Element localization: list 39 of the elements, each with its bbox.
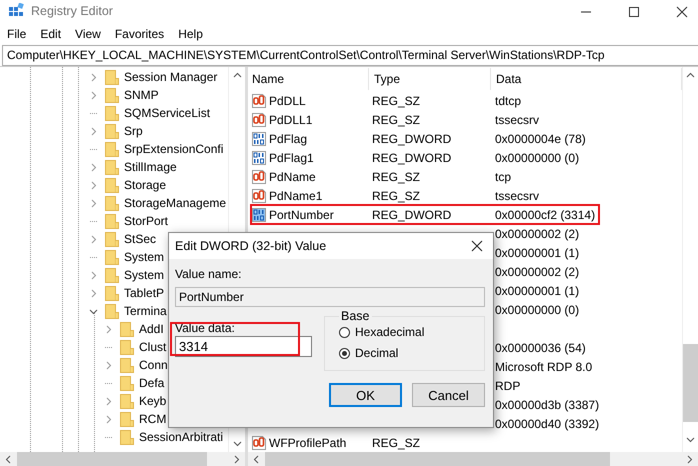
value-data: tssecsrv: [495, 188, 540, 202]
value-data: 0x00000d40 (3392): [495, 416, 600, 430]
value-data: 0x00000000 (0): [495, 302, 580, 316]
value-type: REG_SZ: [372, 112, 420, 126]
value-data: tcp: [495, 170, 512, 184]
value-type: REG_SZ: [372, 170, 420, 184]
value-data: 0x00000002 (2): [495, 264, 580, 278]
value-name: PdDLL1: [269, 112, 312, 126]
value-name: WFProfilePath: [269, 436, 346, 450]
value-data: 0x00000002 (2): [495, 226, 580, 240]
value-type: REG_SZ: [372, 436, 420, 450]
value-data: tdtcp: [495, 94, 522, 108]
value-name: PdDLL: [269, 94, 306, 108]
field-label: Value name:: [175, 267, 242, 282]
value-type: REG_SZ: [372, 94, 420, 108]
value-data: tssecsrv: [495, 112, 540, 126]
value-name: PdName1: [269, 188, 322, 202]
value-type: REG_DWORD: [372, 132, 452, 146]
value-type: REG_SZ: [372, 188, 420, 202]
value-name: PdName: [269, 170, 316, 184]
value-data: 0x00000000 (0): [495, 150, 580, 164]
value-data: 0x0000004e (78): [495, 132, 586, 146]
value-name: PdFlag: [269, 132, 308, 146]
value-name-field: PortNumber: [175, 287, 485, 307]
window-title: Registry Editor: [31, 4, 113, 18]
dialog-title: Edit DWORD (32-bit) Value: [175, 239, 326, 253]
value-data: RDP: [495, 378, 520, 392]
value-name: PortNumber: [269, 208, 334, 222]
value-data: 0x00000001 (1): [495, 284, 580, 298]
value-type: REG_DWORD: [372, 208, 452, 222]
field-label: Value data:: [175, 321, 235, 335]
group-label: Base: [340, 309, 370, 323]
value-data: 0x00000d3b (3387): [495, 398, 600, 412]
value-data: Microsoft RDP 8.0: [495, 360, 592, 374]
value-data: 0x00000cf2 (3314): [495, 208, 596, 222]
value-data: 0x00000001 (1): [495, 246, 580, 260]
value-name: PdFlag1: [269, 150, 314, 164]
value-type: REG_DWORD: [372, 150, 452, 164]
value-data: 0x00000036 (54): [495, 340, 586, 354]
